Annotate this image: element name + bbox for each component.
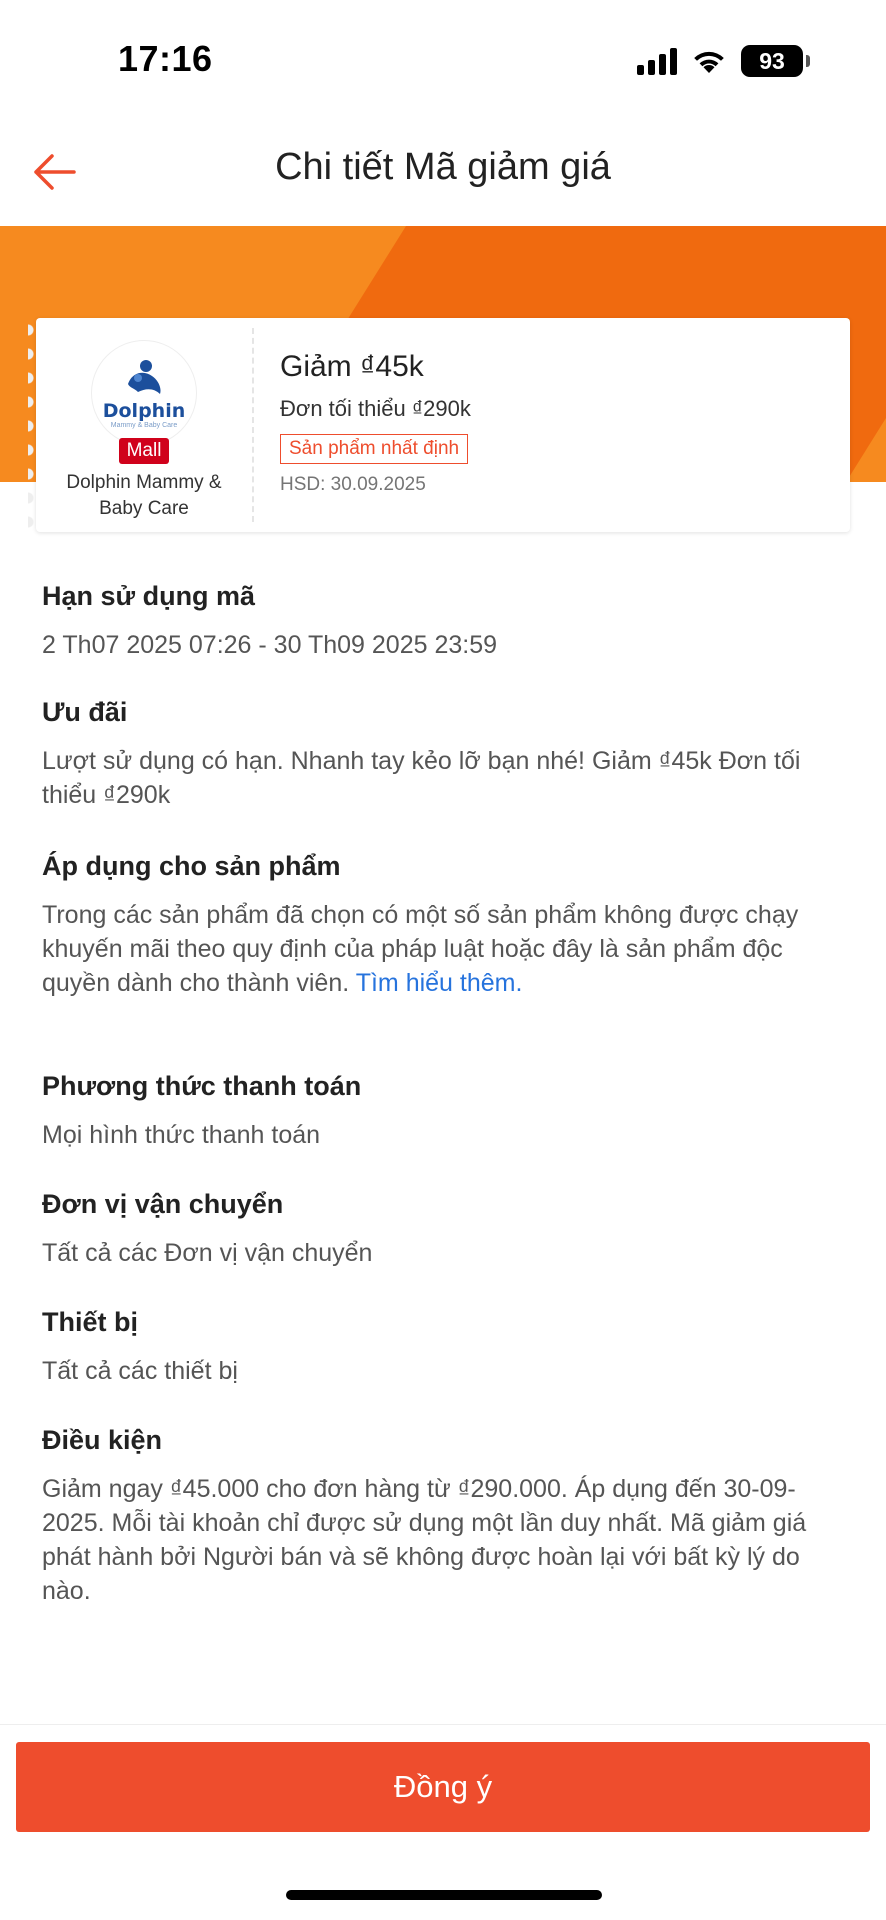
section-body: Giảm ngay ₫45.000 cho đơn hàng từ ₫290.0… bbox=[42, 1475, 807, 1605]
section-title: Đơn vị vận chuyển bbox=[42, 1189, 284, 1219]
section-body: 2 Th07 2025 07:26 - 30 Th09 2025 23:59 bbox=[42, 631, 498, 659]
section-device: Thiết bị Tất cả các thiết bị bbox=[42, 1304, 238, 1388]
section-title: Điều kiện bbox=[42, 1425, 163, 1455]
status-icons: 93 bbox=[637, 44, 810, 78]
section-products: Áp dụng cho sản phẩm Trong các sản phẩm … bbox=[42, 848, 842, 1000]
voucher-info: Giảm ₫45k Đơn tối thiểu ₫290k Sản phẩm n… bbox=[280, 350, 830, 496]
section-shipping: Đơn vị vận chuyển Tất cả các Đơn vị vận … bbox=[42, 1186, 372, 1270]
section-title: Thiết bị bbox=[42, 1307, 138, 1337]
footer-divider bbox=[0, 1724, 886, 1725]
section-validity: Hạn sử dụng mã 2 Th07 2025 07:26 - 30 Th… bbox=[42, 578, 497, 662]
dolphin-logo-icon bbox=[128, 359, 161, 394]
voucher-title: Giảm ₫45k bbox=[280, 350, 424, 383]
battery-tip bbox=[806, 55, 810, 67]
cellular-signal-icon bbox=[637, 47, 677, 75]
section-body: Tất cả các thiết bị bbox=[42, 1357, 238, 1385]
section-body: Trong các sản phẩm đã chọn có một số sản… bbox=[42, 898, 842, 1000]
home-indicator bbox=[286, 1890, 602, 1900]
shop-logo-subtext: Mammy & Baby Care bbox=[110, 421, 178, 429]
section-body: Mọi hình thức thanh toán bbox=[42, 1121, 321, 1149]
shop-name: Dolphin Mammy & Baby Care bbox=[66, 472, 222, 519]
confirm-button[interactable]: Đồng ý bbox=[16, 1742, 870, 1832]
status-time: 17:16 bbox=[118, 38, 213, 79]
voucher-expiry: HSD: 30.09.2025 bbox=[280, 474, 426, 495]
section-body: Lượt sử dụng có hạn. Nhanh tay kẻo lỡ bạ… bbox=[42, 747, 801, 809]
learn-more-link[interactable]: Tìm hiểu thêm. bbox=[356, 969, 523, 997]
page-title: Chi tiết Mã giảm giá bbox=[275, 146, 611, 188]
section-conditions: Điều kiện Giảm ngay ₫45.000 cho đơn hàng… bbox=[42, 1422, 842, 1608]
shop-logo-text: Dolphin bbox=[102, 399, 186, 422]
section-title: Áp dụng cho sản phẩm bbox=[42, 851, 341, 881]
section-offer: Ưu đãi Lượt sử dụng có hạn. Nhanh tay kẻ… bbox=[42, 694, 842, 812]
section-body: Tất cả các Đơn vị vận chuyển bbox=[42, 1239, 373, 1267]
section-title: Hạn sử dụng mã bbox=[42, 581, 256, 611]
voucher-min-order: Đơn tối thiểu ₫290k bbox=[280, 396, 471, 421]
voucher-divider bbox=[252, 328, 254, 522]
shop-logo: Dolphin Mammy & Baby Care bbox=[91, 340, 197, 446]
section-payment: Phương thức thanh toán Mọi hình thức tha… bbox=[42, 1068, 361, 1152]
battery-icon: 93 bbox=[741, 45, 803, 77]
status-bar: 17:16 93 bbox=[0, 0, 886, 120]
mall-badge: Mall bbox=[118, 438, 170, 464]
voucher-tag: Sản phẩm nhất định bbox=[280, 434, 469, 464]
voucher-shop: Dolphin Mammy & Baby Care Mall Dolphin M… bbox=[36, 318, 252, 532]
voucher-card: Dolphin Mammy & Baby Care Mall Dolphin M… bbox=[28, 318, 850, 532]
wifi-icon bbox=[694, 51, 724, 73]
section-title: Ưu đãi bbox=[42, 697, 128, 727]
section-title: Phương thức thanh toán bbox=[42, 1071, 362, 1101]
header: Chi tiết Mã giảm giá bbox=[0, 120, 886, 226]
